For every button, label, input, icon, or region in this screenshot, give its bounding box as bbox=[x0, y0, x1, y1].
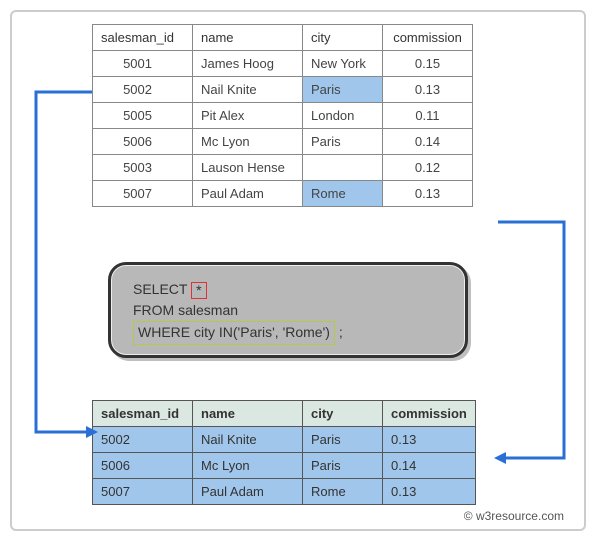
cell-name: Paul Adam bbox=[193, 181, 303, 207]
cell-city: Paris bbox=[303, 77, 383, 103]
cell-name: Pit Alex bbox=[193, 103, 303, 129]
cell-id: 5005 bbox=[93, 103, 193, 129]
query-terminator: ; bbox=[339, 324, 343, 340]
cell-commission: 0.11 bbox=[383, 103, 473, 129]
table-row: 5002Nail KniteParis0.13 bbox=[93, 77, 473, 103]
table-row: 5006Mc LyonParis0.14 bbox=[93, 453, 476, 479]
source-table: salesman_id name city commission 5001Jam… bbox=[92, 24, 473, 207]
col-city: city bbox=[303, 25, 383, 51]
cell-name: Lauson Hense bbox=[193, 155, 303, 181]
select-keyword: SELECT bbox=[133, 281, 187, 297]
cell-city: London bbox=[303, 103, 383, 129]
cell-commission: 0.13 bbox=[383, 479, 476, 505]
cell-city: Paris bbox=[303, 427, 383, 453]
select-star-box: * bbox=[191, 282, 206, 299]
cell-commission: 0.15 bbox=[383, 51, 473, 77]
cell-name: Mc Lyon bbox=[193, 129, 303, 155]
cell-id: 5007 bbox=[93, 181, 193, 207]
query-line-where: WHERE city IN('Paris', 'Rome') ; bbox=[133, 321, 443, 345]
cell-commission: 0.14 bbox=[383, 453, 476, 479]
cell-id: 5007 bbox=[93, 479, 193, 505]
col-name: name bbox=[193, 401, 303, 427]
cell-name: Mc Lyon bbox=[193, 453, 303, 479]
sql-query-box: SELECT * FROM salesman WHERE city IN('Pa… bbox=[108, 262, 468, 358]
table-row: 5002Nail KniteParis0.13 bbox=[93, 427, 476, 453]
cell-id: 5001 bbox=[93, 51, 193, 77]
cell-name: Paul Adam bbox=[193, 479, 303, 505]
cell-commission: 0.13 bbox=[383, 427, 476, 453]
table-header-row: salesman_id name city commission bbox=[93, 401, 476, 427]
cell-city: Rome bbox=[303, 181, 383, 207]
cell-id: 5002 bbox=[93, 427, 193, 453]
col-commission: commission bbox=[383, 25, 473, 51]
col-commission: commission bbox=[383, 401, 476, 427]
col-city: city bbox=[303, 401, 383, 427]
query-line-select: SELECT * bbox=[133, 279, 443, 300]
table-row: 5003Lauson Hense 0.12 bbox=[93, 155, 473, 181]
table-row: 5005Pit AlexLondon0.11 bbox=[93, 103, 473, 129]
cell-commission: 0.14 bbox=[383, 129, 473, 155]
table-row: 5007Paul AdamRome0.13 bbox=[93, 479, 476, 505]
cell-city: Paris bbox=[303, 129, 383, 155]
cell-name: James Hoog bbox=[193, 51, 303, 77]
query-line-from: FROM salesman bbox=[133, 300, 443, 321]
table-row: 5006Mc LyonParis0.14 bbox=[93, 129, 473, 155]
col-salesman-id: salesman_id bbox=[93, 401, 193, 427]
cell-commission: 0.12 bbox=[383, 155, 473, 181]
table-row: 5007Paul AdamRome0.13 bbox=[93, 181, 473, 207]
col-salesman-id: salesman_id bbox=[93, 25, 193, 51]
cell-commission: 0.13 bbox=[383, 77, 473, 103]
cell-name: Nail Knite bbox=[193, 77, 303, 103]
table-row: 5001James HoogNew York0.15 bbox=[93, 51, 473, 77]
cell-city: New York bbox=[303, 51, 383, 77]
cell-name: Nail Knite bbox=[193, 427, 303, 453]
cell-id: 5002 bbox=[93, 77, 193, 103]
cell-id: 5006 bbox=[93, 453, 193, 479]
diagram-frame: salesman_id name city commission 5001Jam… bbox=[10, 10, 586, 531]
cell-id: 5006 bbox=[93, 129, 193, 155]
where-clause-box: WHERE city IN('Paris', 'Rome') bbox=[133, 321, 335, 345]
cell-commission: 0.13 bbox=[383, 181, 473, 207]
result-table: salesman_id name city commission 5002Nai… bbox=[92, 400, 476, 505]
cell-id: 5003 bbox=[93, 155, 193, 181]
cell-city bbox=[303, 155, 383, 181]
table-header-row: salesman_id name city commission bbox=[93, 25, 473, 51]
col-name: name bbox=[193, 25, 303, 51]
cell-city: Paris bbox=[303, 453, 383, 479]
cell-city: Rome bbox=[303, 479, 383, 505]
credit-label: © w3resource.com bbox=[464, 509, 564, 523]
